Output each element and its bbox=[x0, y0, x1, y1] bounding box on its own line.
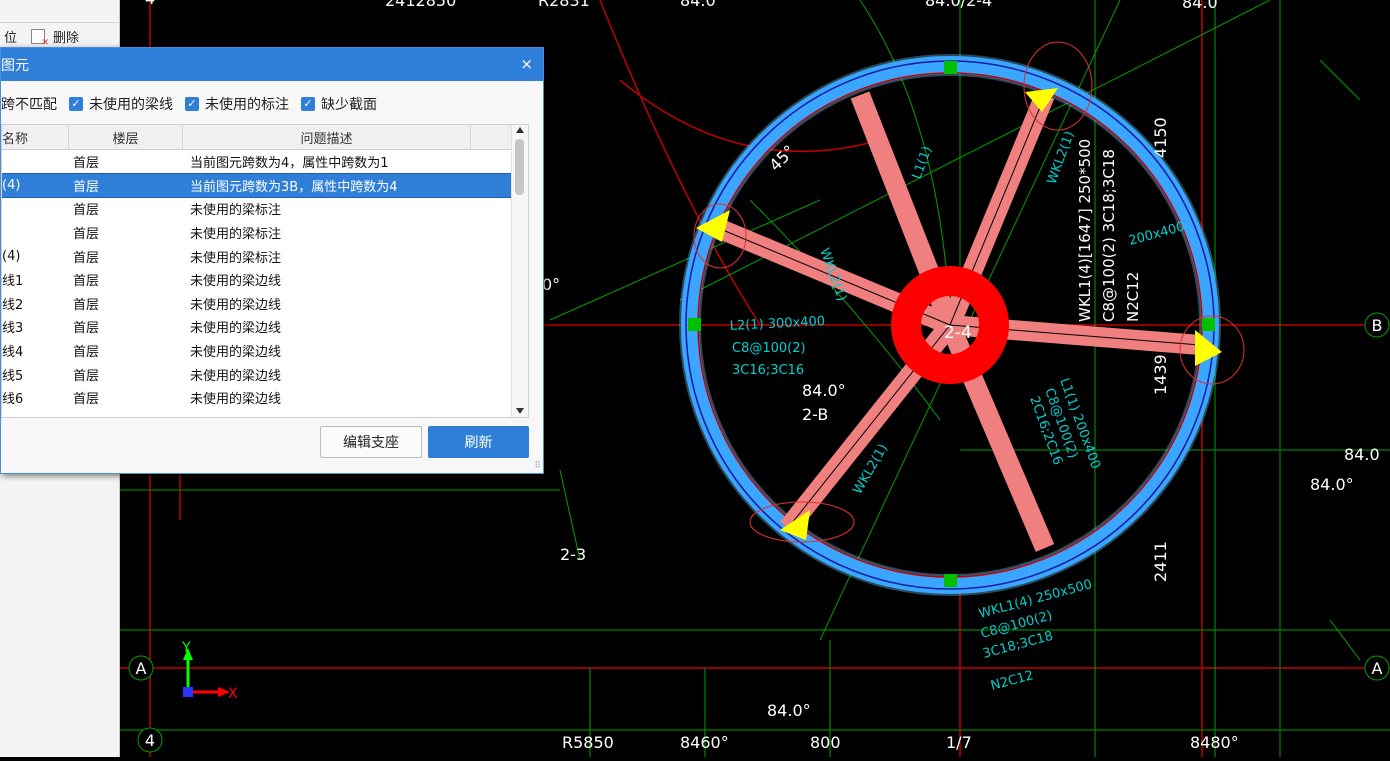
table-header: 名称 楼层 问题描述 bbox=[2, 125, 528, 150]
dialog-titlebar[interactable]: 图元 × bbox=[1, 48, 543, 81]
l2-label-1: L2(1) 300x400 bbox=[729, 314, 825, 334]
n2c12-vertical: N2C12 bbox=[1124, 272, 1142, 322]
node-23-label: 2-3 bbox=[560, 545, 586, 564]
angle-0: 0° bbox=[542, 275, 560, 294]
scroll-up-icon[interactable] bbox=[516, 127, 524, 133]
bottom-label-5: 8480° bbox=[1190, 733, 1239, 752]
bottom-label-4: 1/7 bbox=[946, 733, 972, 752]
table-row[interactable]: 首层 未使用的梁标注 bbox=[2, 197, 528, 221]
c8-vertical: C8@100(2) 3C18;3C18 bbox=[1100, 149, 1118, 322]
scroll-down-icon[interactable] bbox=[516, 408, 524, 414]
table-row[interactable]: 首层 当前图元跨数为4，属性中跨数为1 bbox=[2, 150, 528, 174]
wkl2-label-b: WKL2(1) bbox=[1045, 129, 1078, 186]
checkbox-checked-icon[interactable]: ✓ bbox=[69, 97, 83, 111]
axis-a-left: A bbox=[136, 659, 147, 678]
resize-grip-icon[interactable]: ⠿ bbox=[534, 461, 541, 471]
bottom-label-3: 800 bbox=[810, 733, 841, 752]
filter-label-unused-beam-lines: 未使用的梁线 bbox=[89, 97, 173, 113]
node-2b-label: 2-B bbox=[802, 405, 828, 424]
bottom-label-1: R5850 bbox=[562, 733, 614, 752]
axis-4-top: 4 bbox=[145, 0, 155, 8]
top-label-2: R2831 bbox=[538, 0, 590, 10]
right-84-2: 84.0° bbox=[1310, 475, 1354, 494]
problem-table[interactable]: 名称 楼层 问题描述 首层 当前图元跨数为4，属性中跨数为1 (4) 首层 当前图元跨… bbox=[1, 124, 529, 418]
center-label: 2-4 bbox=[944, 323, 972, 343]
mid-angle-label: 84.0° bbox=[802, 381, 846, 400]
problem-elements-dialog[interactable]: 图元 × 跨不匹配 ✓ 未使用的梁线 ✓ 未使用的标注 ✓ 缺少截面 名称 楼层… bbox=[0, 47, 544, 474]
table-row[interactable]: 线4 首层 未使用的梁边线 bbox=[2, 339, 528, 363]
column-header-floor[interactable]: 楼层 bbox=[69, 125, 183, 149]
checkbox-checked-icon[interactable]: ✓ bbox=[185, 97, 199, 111]
close-icon[interactable]: × bbox=[520, 55, 533, 73]
filter-span-mismatch[interactable]: 跨不匹配 bbox=[1, 94, 57, 114]
toolbar-item-locate[interactable]: 位 bbox=[4, 27, 17, 46]
wkl1-vertical: WKL1(4)[1647] 250*500 bbox=[1076, 139, 1094, 322]
table-scrollbar[interactable] bbox=[511, 125, 528, 417]
table-row[interactable]: 线5 首层 未使用的梁边线 bbox=[2, 362, 528, 386]
dim-1439: 1439 bbox=[1151, 354, 1170, 395]
top-label-3: 84.0 bbox=[680, 0, 716, 10]
delete-button[interactable]: 删除 bbox=[25, 27, 80, 48]
delete-label: 删除 bbox=[53, 30, 80, 46]
column-header-name[interactable]: 名称 bbox=[2, 125, 69, 149]
bottom-angle: 84.0° bbox=[767, 701, 811, 720]
dim-2411: 2411 bbox=[1151, 541, 1170, 582]
l2-label-3: 3C16;3C16 bbox=[732, 363, 804, 378]
table-row[interactable]: 线6 首层 未使用的梁边线 bbox=[2, 386, 528, 410]
filter-unused-beam-lines[interactable]: ✓ 未使用的梁线 bbox=[65, 94, 173, 114]
axis-a-right: A bbox=[1372, 659, 1383, 678]
table-row-selected[interactable]: (4) 首层 当前图元跨数为3B，属性中跨数为4 bbox=[2, 172, 528, 199]
right-84-1: 84.0 bbox=[1344, 445, 1380, 464]
filter-label-missing-section: 缺少截面 bbox=[321, 97, 377, 113]
column-header-description[interactable]: 问题描述 bbox=[183, 125, 471, 149]
filter-label-unused-annotations: 未使用的标注 bbox=[205, 97, 289, 113]
table-row[interactable]: 首层 未使用的梁标注 bbox=[2, 221, 528, 245]
r200-label: 200x400 bbox=[1127, 220, 1186, 249]
left-toolbar: 位 删除 bbox=[0, 22, 119, 50]
column-header-filler bbox=[471, 125, 516, 149]
dialog-title: 图元 bbox=[1, 57, 29, 74]
toolbar-divider bbox=[0, 22, 119, 23]
checkbox-checked-icon[interactable]: ✓ bbox=[301, 97, 315, 111]
wkl1-label-4: N2C12 bbox=[989, 668, 1035, 694]
axis-x-label: X bbox=[228, 686, 238, 702]
table-row[interactable]: 线1 首层 未使用的梁边线 bbox=[2, 268, 528, 292]
filter-label-mismatch: 跨不匹配 bbox=[1, 97, 57, 113]
bottom-label-2: 8460° bbox=[680, 733, 729, 752]
refresh-button[interactable]: 刷新 bbox=[428, 426, 529, 458]
ucs-icon: Y X bbox=[181, 640, 238, 702]
delete-icon bbox=[31, 28, 49, 48]
top-label-1: 2412850 bbox=[385, 0, 456, 10]
axis-4-bottom: 4 bbox=[145, 731, 155, 750]
table-row[interactable]: 线2 首层 未使用的梁边线 bbox=[2, 292, 528, 316]
dim-4150: 4150 bbox=[1151, 117, 1170, 158]
scrollbar-thumb[interactable] bbox=[515, 139, 524, 195]
filter-bar: 跨不匹配 ✓ 未使用的梁线 ✓ 未使用的标注 ✓ 缺少截面 bbox=[1, 93, 385, 115]
top-label-5: 84.0 bbox=[1182, 0, 1218, 12]
table-body: 首层 当前图元跨数为4，属性中跨数为1 (4) 首层 当前图元跨数为3B，属性中跨数为… bbox=[2, 150, 528, 410]
table-row[interactable]: 线3 首层 未使用的梁边线 bbox=[2, 315, 528, 339]
filter-missing-section[interactable]: ✓ 缺少截面 bbox=[297, 94, 377, 114]
axis-y-label: Y bbox=[181, 640, 191, 656]
axis-b-right: B bbox=[1372, 316, 1383, 335]
table-row[interactable]: (4) 首层 未使用的梁标注 bbox=[2, 244, 528, 268]
edit-support-button[interactable]: 编辑支座 bbox=[320, 426, 422, 458]
filter-unused-annotations[interactable]: ✓ 未使用的标注 bbox=[181, 94, 289, 114]
top-label-4: 84.0/2-4 bbox=[925, 0, 992, 10]
l2-label-2: C8@100(2) bbox=[732, 341, 806, 356]
